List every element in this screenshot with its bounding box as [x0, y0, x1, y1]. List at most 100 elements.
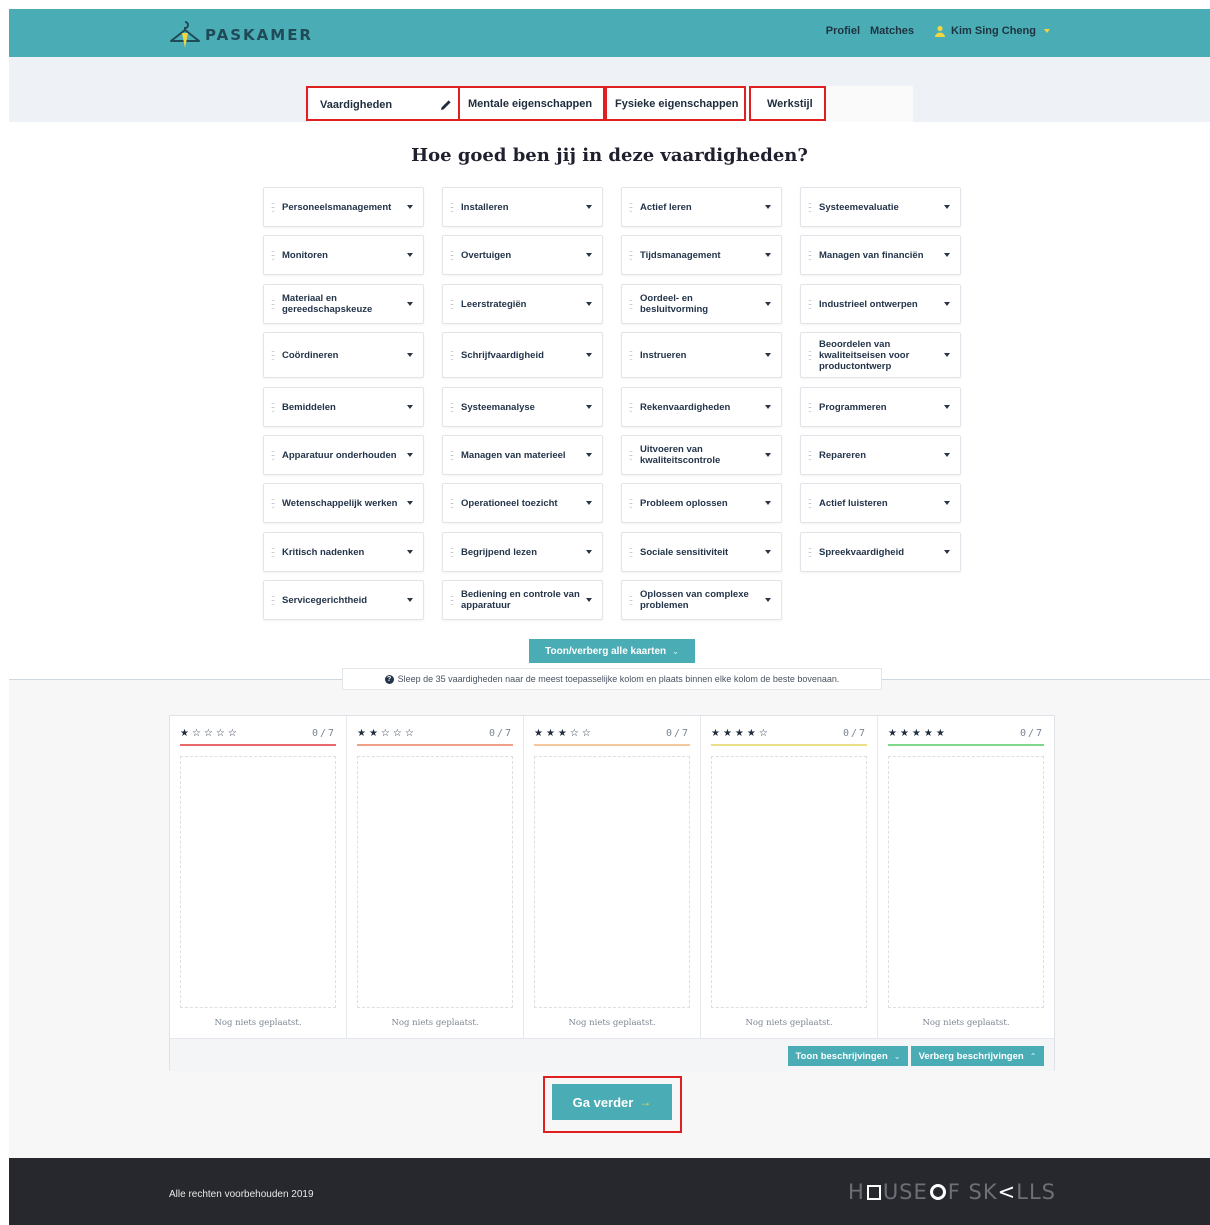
- skill-card[interactable]: :::: Installeren: [442, 187, 603, 227]
- drag-handle-icon[interactable]: ::::: [450, 298, 456, 311]
- skill-card[interactable]: :::: Industrieel ontwerpen: [800, 284, 961, 324]
- skill-card[interactable]: :::: Actief leren: [621, 187, 782, 227]
- skill-card[interactable]: :::: Actief luisteren: [800, 483, 961, 523]
- tab-fysieke-eigenschappen[interactable]: Fysieke eigenschappen: [606, 86, 745, 122]
- caret-down-icon[interactable]: [765, 253, 771, 257]
- caret-down-icon[interactable]: [407, 598, 413, 602]
- skill-card[interactable]: :::: Programmeren: [800, 387, 961, 427]
- caret-down-icon[interactable]: [407, 205, 413, 209]
- drag-handle-icon[interactable]: ::::: [629, 249, 635, 262]
- skill-card[interactable]: :::: Coördineren: [263, 332, 424, 378]
- skill-card[interactable]: :::: Managen van financiën: [800, 235, 961, 275]
- skill-card[interactable]: :::: Beoordelen van kwaliteitseisen voor …: [800, 332, 961, 378]
- hide-descriptions-button[interactable]: Verberg beschrijvingen ⌃: [911, 1046, 1044, 1066]
- drag-handle-icon[interactable]: ::::: [808, 249, 814, 262]
- drag-handle-icon[interactable]: ::::: [271, 401, 277, 414]
- continue-button[interactable]: Ga verder →: [552, 1084, 672, 1120]
- drag-handle-icon[interactable]: ::::: [629, 201, 635, 214]
- skill-card[interactable]: :::: Systeemanalyse: [442, 387, 603, 427]
- caret-down-icon[interactable]: [765, 353, 771, 357]
- skill-card[interactable]: :::: Servicegerichtheid: [263, 580, 424, 620]
- drop-zone[interactable]: [180, 756, 336, 1008]
- caret-down-icon[interactable]: [407, 302, 413, 306]
- caret-down-icon[interactable]: [765, 302, 771, 306]
- drag-handle-icon[interactable]: ::::: [808, 449, 814, 462]
- drag-handle-icon[interactable]: ::::: [808, 201, 814, 214]
- drag-handle-icon[interactable]: ::::: [450, 201, 456, 214]
- caret-down-icon[interactable]: [407, 550, 413, 554]
- skill-card[interactable]: :::: Leerstrategiën: [442, 284, 603, 324]
- skill-card[interactable]: :::: Kritisch nadenken: [263, 532, 424, 572]
- caret-down-icon[interactable]: [586, 205, 592, 209]
- drag-handle-icon[interactable]: ::::: [450, 449, 456, 462]
- drop-zone[interactable]: [711, 756, 867, 1008]
- drag-handle-icon[interactable]: ::::: [450, 349, 456, 362]
- show-descriptions-button[interactable]: Toon beschrijvingen ⌄: [788, 1046, 908, 1066]
- drag-handle-icon[interactable]: ::::: [629, 401, 635, 414]
- drag-handle-icon[interactable]: ::::: [450, 401, 456, 414]
- skill-card[interactable]: :::: Rekenvaardigheden: [621, 387, 782, 427]
- skill-card[interactable]: :::: Bediening en controle van apparatuur: [442, 580, 603, 620]
- drag-handle-icon[interactable]: ::::: [271, 497, 277, 510]
- drag-handle-icon[interactable]: ::::: [808, 546, 814, 559]
- drag-handle-icon[interactable]: ::::: [271, 201, 277, 214]
- skill-card[interactable]: :::: Personeelsmanagement: [263, 187, 424, 227]
- drop-zone[interactable]: [357, 756, 513, 1008]
- tab-werkstijl[interactable]: Werkstijl: [751, 86, 823, 122]
- brand-logo[interactable]: PASKAMER: [169, 19, 313, 49]
- drag-handle-icon[interactable]: ::::: [271, 349, 277, 362]
- caret-down-icon[interactable]: [944, 501, 950, 505]
- pencil-icon[interactable]: [440, 99, 452, 111]
- drag-handle-icon[interactable]: ::::: [629, 497, 635, 510]
- caret-down-icon[interactable]: [407, 353, 413, 357]
- drag-handle-icon[interactable]: ::::: [808, 497, 814, 510]
- skill-card[interactable]: :::: Wetenschappelijk werken: [263, 483, 424, 523]
- caret-down-icon[interactable]: [944, 405, 950, 409]
- caret-down-icon[interactable]: [586, 353, 592, 357]
- toggle-all-cards-button[interactable]: Toon/verberg alle kaarten ⌄: [529, 639, 695, 663]
- skill-card[interactable]: :::: Uitvoeren van kwaliteitscontrole: [621, 435, 782, 475]
- caret-down-icon[interactable]: [765, 598, 771, 602]
- drag-handle-icon[interactable]: ::::: [808, 349, 814, 362]
- caret-down-icon[interactable]: [586, 598, 592, 602]
- skill-card[interactable]: :::: Materiaal en gereedschapskeuze: [263, 284, 424, 324]
- caret-down-icon[interactable]: [586, 453, 592, 457]
- drop-zone[interactable]: [888, 756, 1044, 1008]
- user-menu[interactable]: Kim Sing Cheng: [934, 25, 1050, 37]
- caret-down-icon[interactable]: [586, 405, 592, 409]
- caret-down-icon[interactable]: [944, 302, 950, 306]
- skill-card[interactable]: :::: Schrijfvaardigheid: [442, 332, 603, 378]
- drag-handle-icon[interactable]: ::::: [271, 298, 277, 311]
- drag-handle-icon[interactable]: ::::: [450, 546, 456, 559]
- caret-down-icon[interactable]: [944, 253, 950, 257]
- skill-card[interactable]: :::: Oplossen van complexe problemen: [621, 580, 782, 620]
- skill-card[interactable]: :::: Sociale sensitiviteit: [621, 532, 782, 572]
- drag-handle-icon[interactable]: ::::: [450, 497, 456, 510]
- caret-down-icon[interactable]: [407, 453, 413, 457]
- drag-handle-icon[interactable]: ::::: [271, 546, 277, 559]
- drag-handle-icon[interactable]: ::::: [271, 249, 277, 262]
- caret-down-icon[interactable]: [586, 302, 592, 306]
- tab-vaardigheden[interactable]: Vaardigheden: [311, 86, 459, 122]
- caret-down-icon[interactable]: [765, 453, 771, 457]
- skill-card[interactable]: :::: Oordeel- en besluitvorming: [621, 284, 782, 324]
- skill-card[interactable]: :::: Systeemevaluatie: [800, 187, 961, 227]
- drag-handle-icon[interactable]: ::::: [629, 349, 635, 362]
- skill-card[interactable]: :::: Probleem oplossen: [621, 483, 782, 523]
- house-of-skills-logo[interactable]: H USE F SK < LLS: [848, 1180, 1056, 1204]
- skill-card[interactable]: :::: Spreekvaardigheid: [800, 532, 961, 572]
- drag-handle-icon[interactable]: ::::: [271, 449, 277, 462]
- caret-down-icon[interactable]: [765, 501, 771, 505]
- caret-down-icon[interactable]: [586, 501, 592, 505]
- drag-handle-icon[interactable]: ::::: [629, 298, 635, 311]
- skill-card[interactable]: :::: Overtuigen: [442, 235, 603, 275]
- drag-handle-icon[interactable]: ::::: [450, 594, 456, 607]
- tab-mentale-eigenschappen[interactable]: Mentale eigenschappen: [459, 86, 602, 122]
- caret-down-icon[interactable]: [944, 353, 950, 357]
- caret-down-icon[interactable]: [765, 550, 771, 554]
- skill-card[interactable]: :::: Apparatuur onderhouden: [263, 435, 424, 475]
- caret-down-icon[interactable]: [765, 205, 771, 209]
- skill-card[interactable]: :::: Bemiddelen: [263, 387, 424, 427]
- drag-handle-icon[interactable]: ::::: [450, 249, 456, 262]
- skill-card[interactable]: :::: Begrijpend lezen: [442, 532, 603, 572]
